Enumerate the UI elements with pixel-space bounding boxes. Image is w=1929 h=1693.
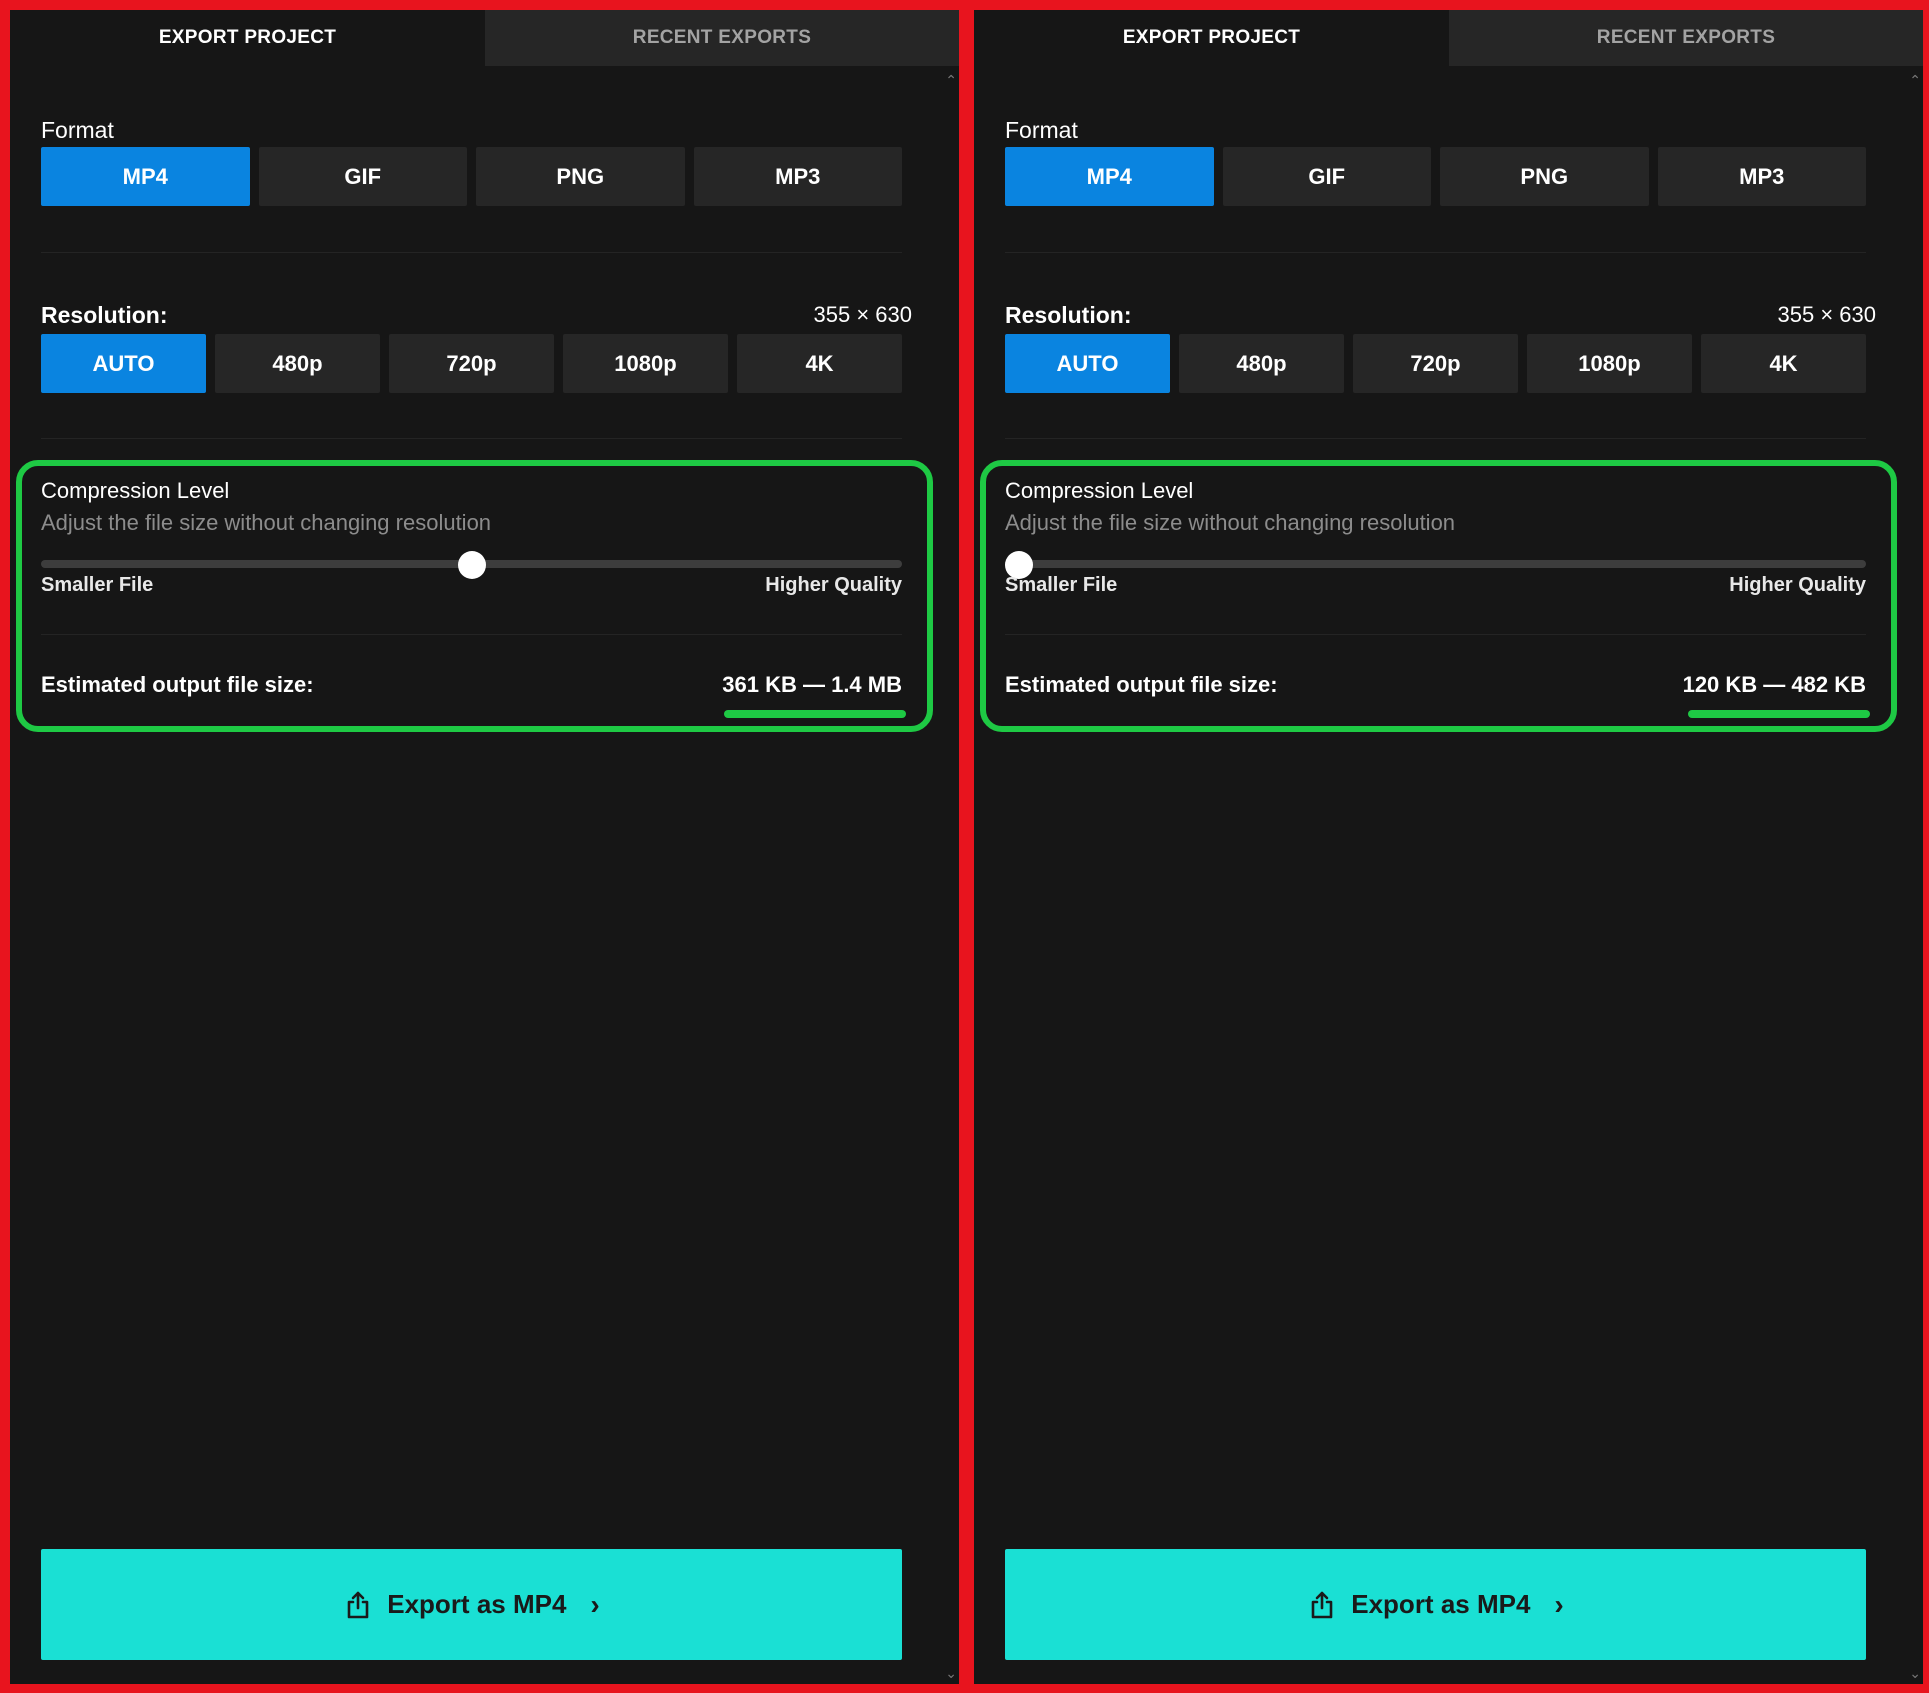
slider-max-label: Higher Quality (765, 574, 902, 596)
scroll-up-icon[interactable]: ⌃ (1909, 72, 1921, 89)
resolution-option-720p[interactable]: 720p (1353, 334, 1518, 393)
resolution-option-720p[interactable]: 720p (389, 334, 554, 393)
compression-title: Compression Level (1005, 478, 1194, 503)
scroll-up-icon[interactable]: ⌃ (945, 72, 957, 89)
export-panel-left: EXPORT PROJECT RECENT EXPORTS ⌃ Format M… (10, 10, 959, 1684)
tab-bar: EXPORT PROJECT RECENT EXPORTS (10, 10, 959, 66)
estimated-size-value: 120 KB — 482 KB (1682, 672, 1866, 697)
divider (1005, 634, 1866, 635)
resolution-option-4k[interactable]: 4K (737, 334, 902, 393)
tab-recent-exports[interactable]: RECENT EXPORTS (1449, 10, 1923, 66)
scroll-down-icon[interactable]: ⌄ (1909, 1665, 1921, 1682)
resolution-label: Resolution: (1005, 302, 1132, 328)
format-option-png[interactable]: PNG (1440, 147, 1649, 206)
tab-export-project[interactable]: EXPORT PROJECT (974, 10, 1449, 66)
chevron-right-icon: › (1554, 1588, 1564, 1620)
estimated-size-value: 361 KB — 1.4 MB (722, 672, 902, 697)
compression-title: Compression Level (41, 478, 230, 503)
format-option-mp4[interactable]: MP4 (41, 147, 250, 206)
share-export-icon (1307, 1590, 1337, 1620)
format-option-gif[interactable]: GIF (258, 147, 467, 206)
divider (1005, 438, 1866, 439)
format-option-png[interactable]: PNG (476, 147, 685, 206)
format-label: Format (1005, 117, 1078, 143)
resolution-option-1080p[interactable]: 1080p (1527, 334, 1692, 393)
estimated-size-label: Estimated output file size: (41, 672, 314, 697)
export-button[interactable]: Export as MP4 › (41, 1549, 902, 1660)
estimated-size-label: Estimated output file size: (1005, 672, 1278, 697)
highlight-underline (1688, 710, 1870, 718)
slider-min-label: Smaller File (41, 574, 154, 596)
resolution-dimensions: 355 × 630 (1777, 302, 1876, 327)
resolution-selector: AUTO 480p 720p 1080p 4K (41, 334, 902, 393)
chevron-right-icon: › (590, 1588, 600, 1620)
export-button-label: Export as MP4 (387, 1589, 567, 1619)
tab-bar: EXPORT PROJECT RECENT EXPORTS (974, 10, 1923, 66)
scroll-down-icon[interactable]: ⌄ (945, 1665, 957, 1682)
resolution-option-480p[interactable]: 480p (215, 334, 380, 393)
format-option-gif[interactable]: GIF (1222, 147, 1431, 206)
format-selector: MP4 GIF PNG MP3 (1005, 147, 1866, 206)
export-button[interactable]: Export as MP4 › (1005, 1549, 1866, 1660)
resolution-option-4k[interactable]: 4K (1701, 334, 1866, 393)
resolution-option-1080p[interactable]: 1080p (563, 334, 728, 393)
slider-max-label: Higher Quality (1729, 574, 1866, 596)
resolution-selector: AUTO 480p 720p 1080p 4K (1005, 334, 1866, 393)
compression-slider-thumb[interactable] (457, 551, 486, 579)
tab-recent-exports[interactable]: RECENT EXPORTS (485, 10, 959, 66)
format-selector: MP4 GIF PNG MP3 (41, 147, 902, 206)
compression-slider-track[interactable] (1005, 560, 1866, 568)
divider (41, 438, 902, 439)
resolution-option-auto[interactable]: AUTO (41, 334, 206, 393)
divider (41, 252, 902, 253)
format-option-mp3[interactable]: MP3 (1657, 147, 1866, 206)
compression-subtitle: Adjust the file size without changing re… (1005, 510, 1456, 535)
resolution-label: Resolution: (41, 302, 168, 328)
export-button-label: Export as MP4 (1351, 1589, 1531, 1619)
resolution-option-480p[interactable]: 480p (1179, 334, 1344, 393)
divider (41, 634, 902, 635)
format-option-mp4[interactable]: MP4 (1005, 147, 1214, 206)
resolution-dimensions: 355 × 630 (813, 302, 912, 327)
share-export-icon (343, 1590, 373, 1620)
tab-export-project[interactable]: EXPORT PROJECT (10, 10, 485, 66)
highlight-underline (724, 710, 906, 718)
slider-min-label: Smaller File (1005, 574, 1118, 596)
compression-subtitle: Adjust the file size without changing re… (41, 510, 492, 535)
export-panel-right: EXPORT PROJECT RECENT EXPORTS ⌃ Format M… (974, 10, 1923, 1684)
divider (1005, 252, 1866, 253)
format-label: Format (41, 117, 114, 143)
resolution-option-auto[interactable]: AUTO (1005, 334, 1170, 393)
format-option-mp3[interactable]: MP3 (693, 147, 902, 206)
